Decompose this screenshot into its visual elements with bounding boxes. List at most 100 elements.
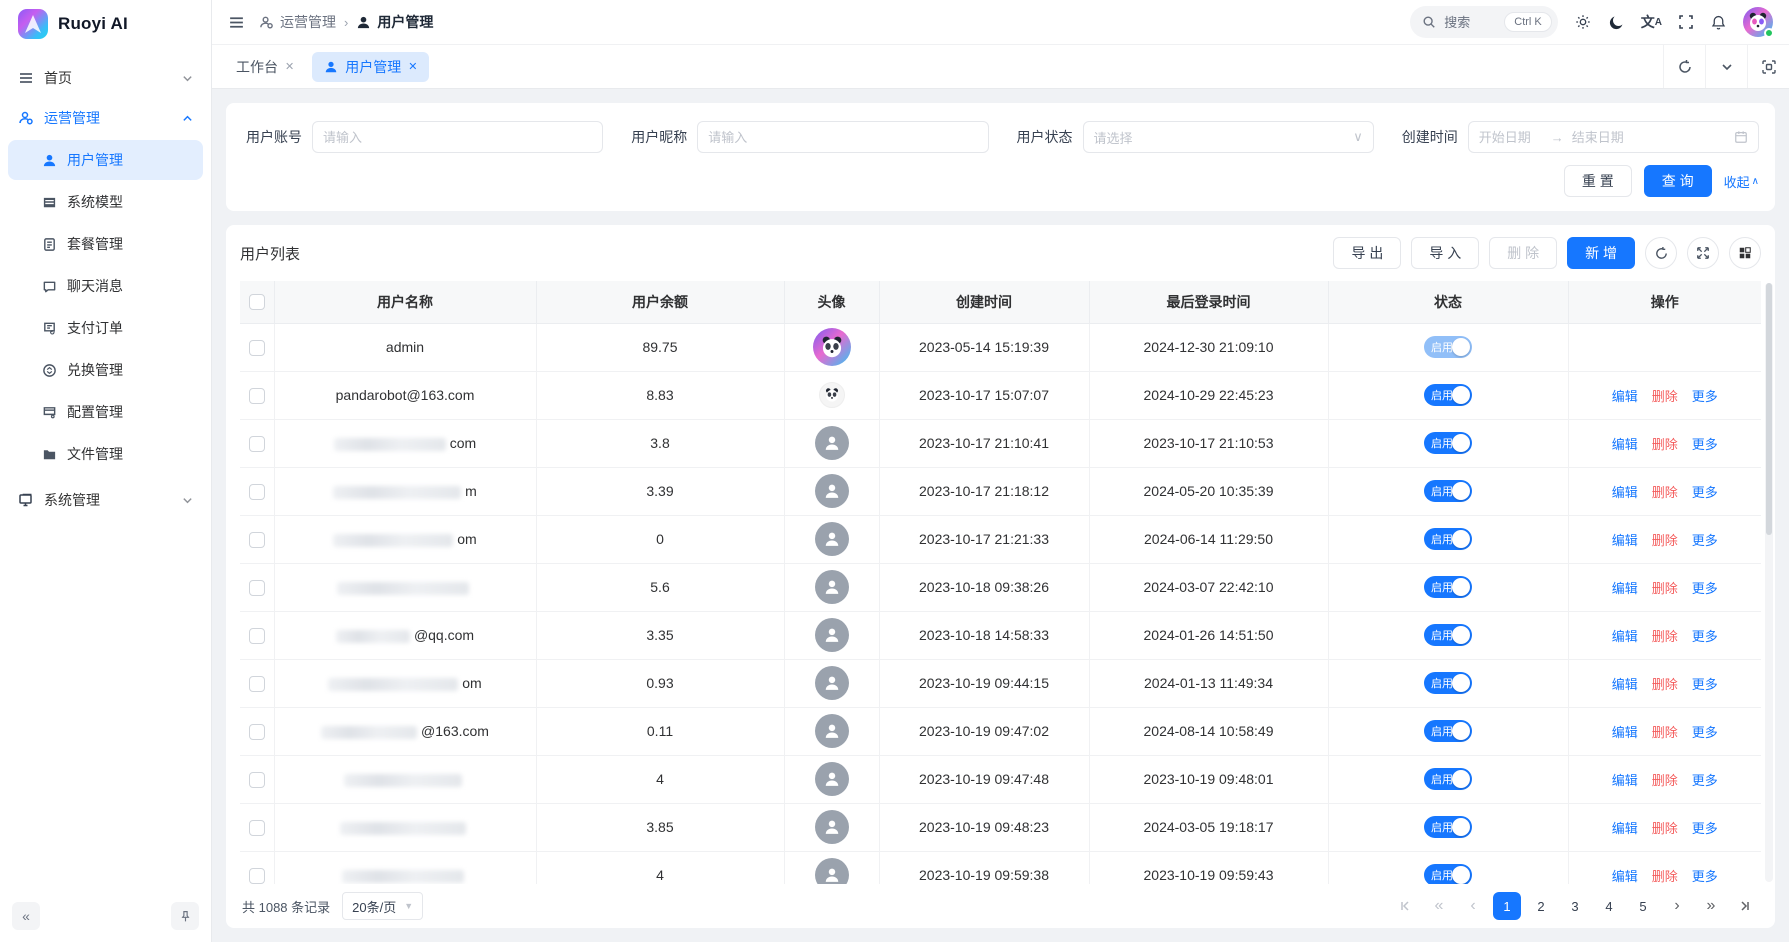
more-link[interactable]: 更多 <box>1692 725 1718 740</box>
delete-link[interactable]: 删除 <box>1652 821 1678 836</box>
refresh-page-icon[interactable] <box>1663 45 1705 88</box>
breadcrumb-item-operations[interactable]: 运营管理 <box>259 12 336 32</box>
page-number[interactable]: 2 <box>1527 892 1555 920</box>
status-toggle[interactable]: 启用 <box>1424 720 1472 742</box>
last-page-button[interactable] <box>1731 892 1759 920</box>
status-toggle[interactable]: 启用 <box>1424 528 1472 550</box>
close-icon[interactable]: ✕ <box>408 60 417 73</box>
vertical-scrollbar[interactable] <box>1765 283 1773 882</box>
row-checkbox[interactable] <box>249 724 265 740</box>
refresh-table-icon[interactable] <box>1645 237 1677 269</box>
status-select[interactable]: 请选择 ∨ <box>1083 121 1374 153</box>
sidebar-item-system-models[interactable]: 系统模型 <box>8 182 203 222</box>
more-link[interactable]: 更多 <box>1692 677 1718 692</box>
sidebar-item-payment-orders[interactable]: 支付订单 <box>8 308 203 348</box>
row-checkbox[interactable] <box>249 388 265 404</box>
sidebar-item-file-management[interactable]: 文件管理 <box>8 434 203 474</box>
delete-link[interactable]: 删除 <box>1652 725 1678 740</box>
close-icon[interactable]: ✕ <box>285 60 294 73</box>
page-number[interactable]: 5 <box>1629 892 1657 920</box>
edit-link[interactable]: 编辑 <box>1612 533 1638 548</box>
sidebar-item-plan-management[interactable]: 套餐管理 <box>8 224 203 264</box>
collapse-sidebar-button[interactable]: « <box>12 902 40 930</box>
nickname-input[interactable] <box>708 130 977 145</box>
fullscreen-icon[interactable] <box>1678 14 1694 30</box>
scrollbar-thumb[interactable] <box>1766 283 1772 535</box>
collapse-filter-link[interactable]: 收起 ∧ <box>1724 172 1759 191</box>
more-link[interactable]: 更多 <box>1692 437 1718 452</box>
table-fullscreen-icon[interactable] <box>1687 237 1719 269</box>
edit-link[interactable]: 编辑 <box>1612 437 1638 452</box>
language-translate-icon[interactable]: 文A <box>1641 12 1662 32</box>
delete-link[interactable]: 删除 <box>1652 773 1678 788</box>
status-toggle[interactable]: 启用 <box>1424 768 1472 790</box>
row-checkbox[interactable] <box>249 676 265 692</box>
page-number[interactable]: 3 <box>1561 892 1589 920</box>
settings-gear-icon[interactable] <box>1574 13 1592 31</box>
row-checkbox[interactable] <box>249 436 265 452</box>
status-toggle[interactable]: 启用 <box>1424 624 1472 646</box>
edit-link[interactable]: 编辑 <box>1612 485 1638 500</box>
delete-link[interactable]: 删除 <box>1652 581 1678 596</box>
row-checkbox[interactable] <box>249 532 265 548</box>
more-link[interactable]: 更多 <box>1692 389 1718 404</box>
row-checkbox[interactable] <box>249 868 265 884</box>
tab-options-chevron-icon[interactable] <box>1705 45 1747 88</box>
delete-link[interactable]: 删除 <box>1652 533 1678 548</box>
tab-user-management[interactable]: 用户管理 ✕ <box>312 52 429 82</box>
status-toggle[interactable]: 启用 <box>1424 816 1472 838</box>
status-toggle[interactable]: 启用 <box>1424 672 1472 694</box>
column-settings-grid-icon[interactable] <box>1729 237 1761 269</box>
select-all-checkbox[interactable] <box>249 294 265 310</box>
reset-button[interactable]: 重 置 <box>1564 165 1632 197</box>
edit-link[interactable]: 编辑 <box>1612 725 1638 740</box>
page-size-select[interactable]: 20条/页 ▼ <box>342 892 423 920</box>
row-checkbox[interactable] <box>249 340 265 356</box>
notifications-bell-icon[interactable] <box>1710 14 1727 31</box>
delete-link[interactable]: 删除 <box>1652 677 1678 692</box>
prev-page-button[interactable]: ‹ <box>1459 892 1487 920</box>
edit-link[interactable]: 编辑 <box>1612 629 1638 644</box>
add-button[interactable]: 新 增 <box>1567 237 1635 269</box>
user-avatar[interactable] <box>1743 7 1773 37</box>
sidebar-item-operations[interactable]: 运营管理 <box>8 98 203 138</box>
more-link[interactable]: 更多 <box>1692 533 1718 548</box>
more-link[interactable]: 更多 <box>1692 869 1718 884</box>
sidebar-item-system-management[interactable]: 系统管理 <box>8 480 203 520</box>
dark-mode-moon-icon[interactable] <box>1608 14 1625 31</box>
sidebar-item-home[interactable]: 首页 <box>8 58 203 98</box>
edit-link[interactable]: 编辑 <box>1612 581 1638 596</box>
status-toggle[interactable]: 启用 <box>1424 576 1472 598</box>
more-link[interactable]: 更多 <box>1692 629 1718 644</box>
end-date-input[interactable] <box>1572 130 1636 145</box>
delete-link[interactable]: 删除 <box>1652 437 1678 452</box>
row-checkbox[interactable] <box>249 484 265 500</box>
search-button[interactable]: 查 询 <box>1644 165 1712 197</box>
edit-link[interactable]: 编辑 <box>1612 773 1638 788</box>
row-checkbox[interactable] <box>249 580 265 596</box>
jump-forward-button[interactable]: » <box>1697 892 1725 920</box>
delete-link[interactable]: 删除 <box>1652 869 1678 884</box>
more-link[interactable]: 更多 <box>1692 581 1718 596</box>
start-date-input[interactable] <box>1479 130 1543 145</box>
page-number[interactable]: 1 <box>1493 892 1521 920</box>
row-checkbox[interactable] <box>249 820 265 836</box>
delete-link[interactable]: 删除 <box>1652 629 1678 644</box>
global-search[interactable]: Ctrl K <box>1410 6 1558 38</box>
sidebar-item-chat-messages[interactable]: 聊天消息 <box>8 266 203 306</box>
edit-link[interactable]: 编辑 <box>1612 677 1638 692</box>
status-toggle[interactable]: 启用 <box>1424 480 1472 502</box>
delete-link[interactable]: 删除 <box>1652 485 1678 500</box>
status-toggle[interactable]: 启用 <box>1424 384 1472 406</box>
more-link[interactable]: 更多 <box>1692 485 1718 500</box>
edit-link[interactable]: 编辑 <box>1612 389 1638 404</box>
status-toggle[interactable]: 启用 <box>1424 864 1472 884</box>
delete-button[interactable]: 删 除 <box>1489 237 1557 269</box>
search-input[interactable] <box>1444 15 1496 30</box>
hamburger-icon[interactable] <box>228 14 245 31</box>
pin-sidebar-button[interactable] <box>171 902 199 930</box>
status-toggle[interactable]: 启用 <box>1424 336 1472 358</box>
account-input[interactable] <box>323 130 592 145</box>
content-fullscreen-icon[interactable] <box>1747 45 1789 88</box>
sidebar-item-config-management[interactable]: 配置管理 <box>8 392 203 432</box>
